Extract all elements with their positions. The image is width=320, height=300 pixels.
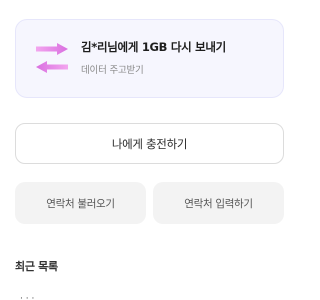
load-contacts-button[interactable]: 연락처 불러오기: [15, 182, 146, 224]
arrow-left-icon: [36, 61, 68, 73]
gift-card-title: 김*리님에게 1GB 다시 보내기: [81, 40, 226, 54]
enter-contact-button[interactable]: 연락처 입력하기: [153, 182, 284, 224]
charge-myself-button[interactable]: 나에게 충전하기: [15, 123, 284, 164]
gift-card-subtitle: 데이터 주고받기: [81, 65, 144, 76]
recent-list-item-partial[interactable]: · · ·: [20, 294, 60, 300]
recent-list-heading: 최근 목록: [15, 260, 58, 273]
arrow-right-icon: [36, 43, 68, 55]
resend-gift-card[interactable]: 김*리님에게 1GB 다시 보내기 데이터 주고받기: [15, 19, 284, 98]
data-gift-page: 김*리님에게 1GB 다시 보내기 데이터 주고받기 나에게 충전하기 연락처 …: [0, 0, 300, 300]
